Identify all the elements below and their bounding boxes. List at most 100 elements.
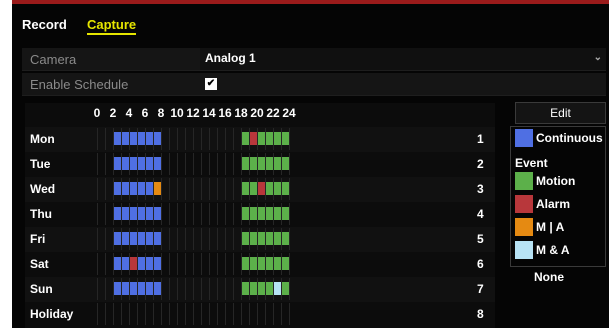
schedule-slot-motion[interactable] <box>274 157 281 170</box>
schedule-slot-motion[interactable] <box>242 132 249 145</box>
schedule-slot-motion[interactable] <box>266 182 273 195</box>
schedule-slot-motion[interactable] <box>258 282 265 295</box>
schedule-slot-motion[interactable] <box>266 132 273 145</box>
schedule-slot-continuous[interactable] <box>146 182 153 195</box>
schedule-slot-continuous[interactable] <box>146 232 153 245</box>
schedule-grid[interactable]: 0 2 4 6 8 10 12 14 16 18 20 22 24 Mon 1 Tue 2 Wed 3 Thu 4 Fri… <box>25 103 495 328</box>
hour-gridline <box>217 153 218 175</box>
schedule-slot-continuous[interactable] <box>114 282 121 295</box>
schedule-slot-continuous[interactable] <box>138 182 145 195</box>
schedule-slot-continuous[interactable] <box>122 232 129 245</box>
schedule-slot-motion[interactable] <box>258 232 265 245</box>
schedule-slot-continuous[interactable] <box>154 207 161 220</box>
schedule-slot-motion[interactable] <box>258 207 265 220</box>
schedule-slot-motion[interactable] <box>274 232 281 245</box>
day-row-sun[interactable]: Sun 7 <box>25 277 495 302</box>
schedule-slot-continuous[interactable] <box>138 132 145 145</box>
camera-select[interactable]: Analog 1 ⌄ <box>200 48 606 70</box>
tab-capture[interactable]: Capture <box>87 17 137 35</box>
schedule-slot-continuous[interactable] <box>122 207 129 220</box>
schedule-slot-continuous[interactable] <box>146 132 153 145</box>
schedule-slot-continuous[interactable] <box>146 157 153 170</box>
schedule-slot-continuous[interactable] <box>114 182 121 195</box>
schedule-slot-motion[interactable] <box>242 282 249 295</box>
schedule-slot-motion[interactable] <box>250 207 257 220</box>
schedule-slot-motion[interactable] <box>242 157 249 170</box>
schedule-slot-m-or-a[interactable] <box>154 182 161 195</box>
schedule-slot-continuous[interactable] <box>114 207 121 220</box>
schedule-slot-motion[interactable] <box>282 182 289 195</box>
schedule-slot-continuous[interactable] <box>154 132 161 145</box>
schedule-slot-continuous[interactable] <box>130 132 137 145</box>
schedule-slot-continuous[interactable] <box>154 257 161 270</box>
schedule-slot-motion[interactable] <box>266 232 273 245</box>
schedule-slot-motion[interactable] <box>266 207 273 220</box>
schedule-slot-continuous[interactable] <box>130 282 137 295</box>
day-row-thu[interactable]: Thu 4 <box>25 202 495 227</box>
schedule-slot-motion[interactable] <box>250 182 257 195</box>
schedule-slot-continuous[interactable] <box>146 207 153 220</box>
enable-schedule-checkbox[interactable]: ✔ <box>205 78 217 90</box>
schedule-slot-continuous[interactable] <box>154 282 161 295</box>
schedule-slot-continuous[interactable] <box>114 257 121 270</box>
day-row-wed[interactable]: Wed 3 <box>25 177 495 202</box>
schedule-slot-motion[interactable] <box>282 232 289 245</box>
day-row-fri[interactable]: Fri 5 <box>25 227 495 252</box>
schedule-slot-continuous[interactable] <box>114 232 121 245</box>
schedule-slot-motion[interactable] <box>250 257 257 270</box>
schedule-slot-alarm[interactable] <box>250 132 257 145</box>
schedule-slot-motion[interactable] <box>258 132 265 145</box>
schedule-slot-continuous[interactable] <box>130 207 137 220</box>
schedule-slot-continuous[interactable] <box>138 207 145 220</box>
day-row-tue[interactable]: Tue 2 <box>25 152 495 177</box>
edit-button[interactable]: Edit <box>515 102 606 124</box>
schedule-slot-continuous[interactable] <box>130 182 137 195</box>
day-row-holiday[interactable]: Holiday 8 <box>25 302 495 327</box>
schedule-slot-motion[interactable] <box>266 282 273 295</box>
schedule-slot-motion[interactable] <box>250 232 257 245</box>
schedule-slot-continuous[interactable] <box>138 232 145 245</box>
day-row-sat[interactable]: Sat 6 <box>25 252 495 277</box>
schedule-slot-motion[interactable] <box>266 257 273 270</box>
schedule-slot-motion[interactable] <box>274 182 281 195</box>
schedule-slot-continuous[interactable] <box>138 257 145 270</box>
schedule-slot-continuous[interactable] <box>138 282 145 295</box>
schedule-slot-motion[interactable] <box>258 257 265 270</box>
legend-none[interactable]: None <box>534 270 564 284</box>
schedule-slot-motion[interactable] <box>274 132 281 145</box>
schedule-slot-continuous[interactable] <box>122 132 129 145</box>
schedule-slot-motion[interactable] <box>282 157 289 170</box>
schedule-slot-continuous[interactable] <box>138 157 145 170</box>
schedule-slot-motion[interactable] <box>242 232 249 245</box>
schedule-slot-continuous[interactable] <box>154 157 161 170</box>
schedule-slot-continuous[interactable] <box>146 282 153 295</box>
schedule-slot-continuous[interactable] <box>130 232 137 245</box>
schedule-slot-continuous[interactable] <box>122 257 129 270</box>
schedule-slot-motion[interactable] <box>242 257 249 270</box>
tab-record[interactable]: Record <box>22 17 67 32</box>
schedule-slot-m-and-a[interactable] <box>274 282 281 295</box>
schedule-slot-motion[interactable] <box>250 282 257 295</box>
schedule-slot-continuous[interactable] <box>130 157 137 170</box>
schedule-slot-motion[interactable] <box>242 182 249 195</box>
schedule-slot-continuous[interactable] <box>122 157 129 170</box>
day-row-mon[interactable]: Mon 1 <box>25 127 495 152</box>
schedule-slot-motion[interactable] <box>250 157 257 170</box>
schedule-slot-motion[interactable] <box>258 157 265 170</box>
schedule-slot-alarm[interactable] <box>130 257 137 270</box>
schedule-slot-motion[interactable] <box>282 282 289 295</box>
schedule-slot-continuous[interactable] <box>146 257 153 270</box>
schedule-slot-motion[interactable] <box>282 132 289 145</box>
schedule-slot-motion[interactable] <box>242 207 249 220</box>
schedule-slot-continuous[interactable] <box>114 132 121 145</box>
schedule-slot-continuous[interactable] <box>122 282 129 295</box>
schedule-slot-motion[interactable] <box>266 157 273 170</box>
schedule-slot-continuous[interactable] <box>122 182 129 195</box>
schedule-slot-motion[interactable] <box>282 207 289 220</box>
schedule-slot-continuous[interactable] <box>114 157 121 170</box>
schedule-slot-alarm[interactable] <box>258 182 265 195</box>
schedule-slot-motion[interactable] <box>282 257 289 270</box>
schedule-slot-motion[interactable] <box>274 207 281 220</box>
schedule-slot-motion[interactable] <box>274 257 281 270</box>
schedule-slot-continuous[interactable] <box>154 232 161 245</box>
